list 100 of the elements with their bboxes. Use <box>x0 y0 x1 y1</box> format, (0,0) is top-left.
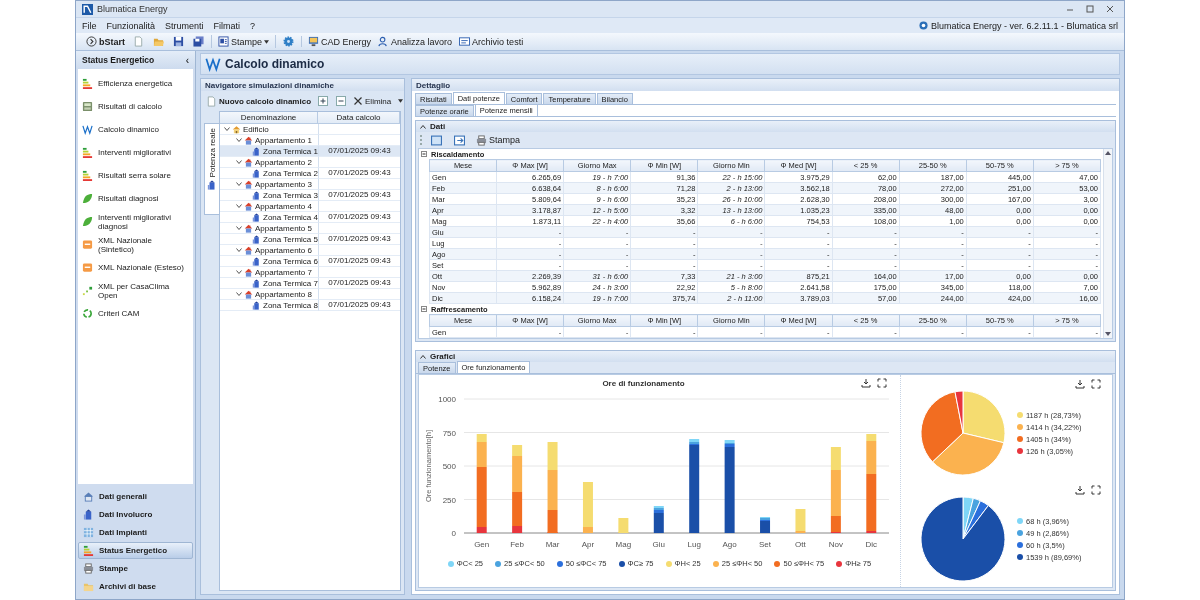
download-button[interactable] <box>1072 485 1088 495</box>
nav-item[interactable]: Dati Involucro <box>78 506 193 523</box>
print-menu-button[interactable]: Stampe <box>216 35 272 48</box>
floppy-disks-icon <box>193 36 204 47</box>
app-logo-icon <box>82 3 93 15</box>
toolbar-button[interactable]: Archivio testi <box>457 35 526 48</box>
down-arrow-icon <box>1105 332 1111 336</box>
house-icon <box>244 245 253 255</box>
chevron-icon[interactable] <box>236 159 242 165</box>
globe-logo-icon <box>919 21 929 30</box>
delete-button[interactable]: Elimina <box>351 95 394 107</box>
menu-item[interactable]: Funzionalità <box>106 20 156 31</box>
toolbar-button[interactable] <box>428 134 445 146</box>
section-title: Grafici <box>430 352 456 361</box>
collapse-all-button[interactable] <box>333 96 349 106</box>
sidebar-item[interactable]: XML per CasaClima Open <box>78 279 193 302</box>
legend-dot <box>1017 530 1023 536</box>
chevron-icon[interactable] <box>236 225 242 231</box>
minus-icon <box>336 96 346 106</box>
nav-item[interactable]: Archivi di base <box>78 578 193 595</box>
chevron-icon[interactable] <box>224 126 230 132</box>
menu-item[interactable]: File <box>82 20 97 31</box>
building-icon <box>252 190 261 200</box>
tree-cell: 07/01/2025 09:43 <box>318 300 400 311</box>
legend-dot <box>1017 554 1023 560</box>
panel-icon <box>83 527 94 538</box>
toolbar-button[interactable]: CAD Energy <box>306 35 374 48</box>
building-icon <box>252 234 261 244</box>
expand-all-button[interactable] <box>315 96 331 106</box>
sidebar-item[interactable]: Interventi migliorativi <box>78 141 193 164</box>
scrollbar[interactable] <box>1103 149 1112 338</box>
print-button[interactable]: Stampa <box>474 133 523 147</box>
menu-item[interactable]: Strumenti <box>165 20 204 31</box>
sidebar-item[interactable]: Criteri CAM <box>78 302 193 325</box>
tree-item[interactable]: Edificio <box>220 124 318 135</box>
text-box-icon <box>459 36 471 47</box>
nav-item[interactable]: Dati generali <box>78 488 193 505</box>
download-icon <box>1075 379 1085 389</box>
sidebar-item[interactable]: Interventi migliorativi diagnosi <box>78 210 193 233</box>
bar-segment <box>547 442 558 470</box>
folder-icon <box>153 36 164 47</box>
caret-icon <box>398 99 404 103</box>
chevron-icon[interactable] <box>236 291 242 297</box>
chevron-icon[interactable] <box>236 247 242 253</box>
legend-dot <box>1017 448 1023 454</box>
chevron-icon[interactable] <box>236 181 242 187</box>
collapse-box-icon <box>421 306 427 312</box>
document-icon <box>206 95 217 107</box>
axis-label: Ott <box>795 540 806 549</box>
start-button[interactable]: bStart <box>84 35 127 48</box>
toolbar-button[interactable]: Analizza lavoro <box>376 35 455 48</box>
axis-label: Gen <box>474 540 490 549</box>
sidebar-item[interactable]: Efficienza energetica <box>78 72 193 95</box>
file-icon <box>82 239 93 250</box>
chevron-icon[interactable] <box>236 203 242 209</box>
sidebar-item[interactable]: Risultati diagnosi <box>78 187 193 210</box>
axis-label: Lug <box>687 540 701 549</box>
legend-dot <box>1017 436 1023 442</box>
sidebar-item[interactable]: Risultati di calcolo <box>78 95 193 118</box>
collapse-box-icon <box>421 151 427 157</box>
download-button[interactable] <box>858 378 874 388</box>
close-icon <box>353 96 363 106</box>
nav-item[interactable]: Dati Impianti <box>78 524 193 541</box>
nav-item[interactable]: Status Energetico <box>78 542 193 559</box>
expand-icon <box>877 378 887 388</box>
chevron-icon[interactable] <box>236 137 242 143</box>
energy-bars-icon <box>82 170 93 181</box>
recycle-icon <box>82 308 93 319</box>
sidebar-item[interactable]: Calcolo dinamico <box>78 118 193 141</box>
tree-item[interactable]: Zona Termica 8 <box>220 300 318 311</box>
building-icon <box>83 509 94 520</box>
menu-item[interactable]: ? <box>250 20 256 31</box>
sidebar-item[interactable]: XML Nazionale (Esteso) <box>78 256 193 279</box>
side-tab[interactable]: Potenza reale <box>204 123 219 215</box>
menu-item[interactable]: Filmati <box>213 20 241 31</box>
house-icon <box>244 179 253 189</box>
nav-item[interactable]: Stampe <box>78 560 193 577</box>
legend-dot <box>1017 424 1023 430</box>
download-button[interactable] <box>1072 379 1088 389</box>
toolbar-button[interactable] <box>451 134 468 146</box>
fullscreen-button[interactable] <box>1088 379 1104 389</box>
dots-icon <box>82 285 93 296</box>
axis-label: Feb <box>510 540 524 549</box>
sidebar-item[interactable]: Risultati serra solare <box>78 164 193 187</box>
sidebar-item[interactable]: XML Nazionale (Sintetico) <box>78 233 193 256</box>
fullscreen-button[interactable] <box>874 378 890 388</box>
folder-icon <box>83 581 94 592</box>
house-icon <box>244 289 253 299</box>
toolbar-button[interactable] <box>190 36 207 47</box>
new-button[interactable]: Nuovo calcolo dinamico <box>204 94 313 108</box>
collapse-button[interactable]: ‹ <box>185 54 189 66</box>
axis-label: Apr <box>581 540 595 549</box>
document-icon <box>133 36 144 47</box>
calculator-icon <box>82 101 93 112</box>
fullscreen-button[interactable] <box>1088 485 1104 495</box>
building-icon <box>252 146 261 156</box>
section-title: Dati <box>430 122 446 131</box>
restore-icon <box>1085 4 1095 14</box>
axis-label: 250 <box>442 495 456 505</box>
chevron-icon[interactable] <box>236 269 242 275</box>
